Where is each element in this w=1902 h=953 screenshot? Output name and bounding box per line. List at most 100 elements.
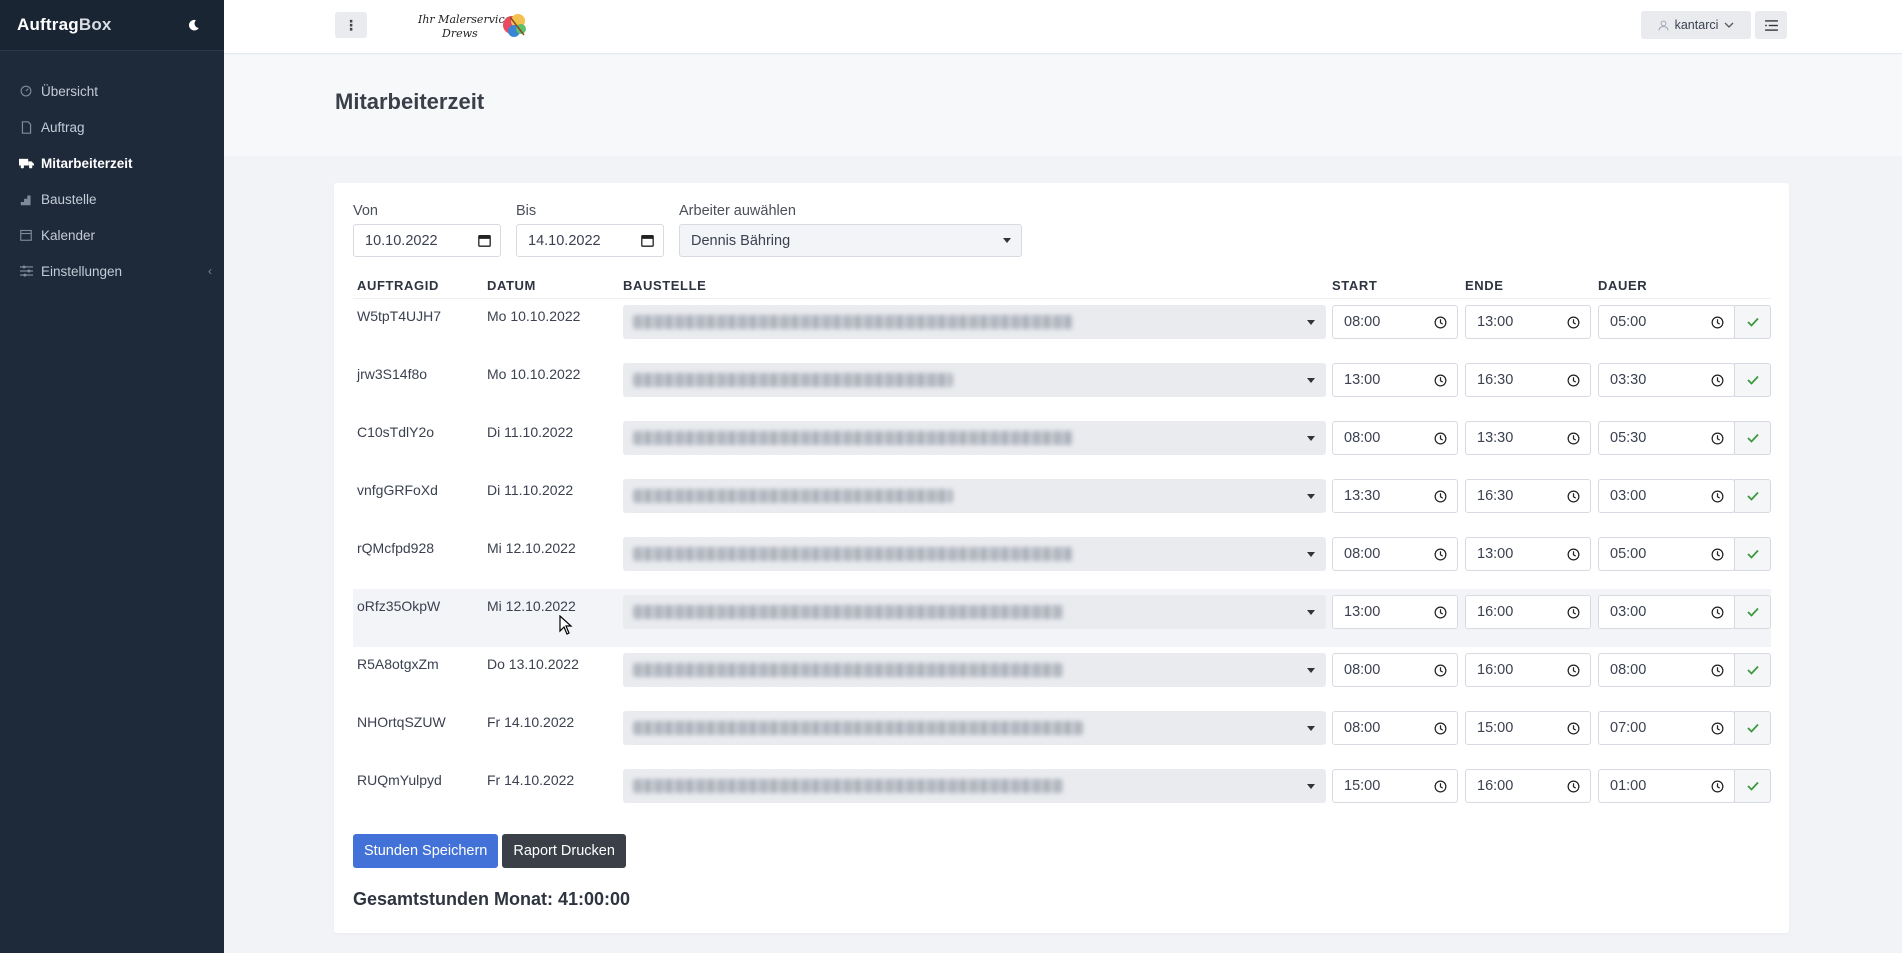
start-time-input[interactable]: 08:00 <box>1332 653 1458 687</box>
duration-input[interactable]: 05:00 <box>1598 537 1735 571</box>
from-date-input[interactable]: 10.10.2022 <box>353 224 501 257</box>
redacted-site-name <box>633 489 953 503</box>
redacted-site-name <box>633 547 1073 561</box>
svg-text:Drews: Drews <box>441 27 478 40</box>
worker-select[interactable]: Dennis Bähring <box>679 224 1022 257</box>
construction-site-select[interactable] <box>623 537 1326 571</box>
confirm-row-button[interactable] <box>1734 421 1771 455</box>
redacted-site-name <box>633 431 1073 445</box>
duration-input[interactable]: 03:00 <box>1598 595 1735 629</box>
duration-input[interactable]: 01:00 <box>1598 769 1735 803</box>
mouse-cursor-icon <box>559 615 573 635</box>
confirm-row-button[interactable] <box>1734 769 1771 803</box>
sidebar-item-uebersicht[interactable]: Übersicht <box>0 73 224 109</box>
user-menu-button[interactable]: kantarci <box>1641 11 1751 39</box>
clock-icon <box>1567 432 1580 444</box>
to-date-value: 14.10.2022 <box>528 232 601 249</box>
duration-input[interactable]: 03:00 <box>1598 479 1735 513</box>
sidebar-item-baustelle[interactable]: Baustelle <box>0 181 224 217</box>
end-time-input[interactable]: 16:30 <box>1465 363 1591 397</box>
order-date: Di 11.10.2022 <box>487 424 574 440</box>
construction-site-select[interactable] <box>623 305 1326 339</box>
duration-input[interactable]: 03:30 <box>1598 363 1735 397</box>
redacted-site-name <box>633 315 1073 329</box>
construction-site-select[interactable] <box>623 479 1326 513</box>
clock-icon <box>1567 548 1580 560</box>
save-hours-button[interactable]: Stunden Speichern <box>353 834 499 868</box>
start-time-input[interactable]: 15:00 <box>1332 769 1458 803</box>
construction-site-select[interactable] <box>623 363 1326 397</box>
start-time-input[interactable]: 08:00 <box>1332 305 1458 339</box>
clock-icon <box>1434 490 1447 502</box>
to-date-input[interactable]: 14.10.2022 <box>516 224 664 257</box>
duration-input[interactable]: 08:00 <box>1598 653 1735 687</box>
start-time-input[interactable]: 08:00 <box>1332 537 1458 571</box>
col-header-end: ENDE <box>1465 278 1504 293</box>
order-id: NHOrtqSZUW <box>357 714 446 730</box>
duration-input[interactable]: 07:00 <box>1598 711 1735 745</box>
construction-site-select[interactable] <box>623 595 1326 629</box>
sidebar-item-label: Mitarbeiterzeit <box>41 155 133 171</box>
dark-mode-toggle[interactable] <box>182 14 204 36</box>
start-time-value: 15:00 <box>1344 778 1381 794</box>
confirm-row-button[interactable] <box>1734 363 1771 397</box>
print-report-button[interactable]: Raport Drucken <box>502 834 626 868</box>
clock-icon <box>1567 374 1580 386</box>
end-time-value: 13:00 <box>1477 546 1514 562</box>
to-field: Bis 14.10.2022 <box>516 203 664 257</box>
start-time-input[interactable]: 08:00 <box>1332 421 1458 455</box>
table-row: jrw3S14f8o Mo 10.10.2022 13:00 16:30 03:30 <box>353 357 1771 415</box>
end-time-input[interactable]: 16:00 <box>1465 653 1591 687</box>
sidebar-item-einstellungen[interactable]: Einstellungen ‹ <box>0 253 224 289</box>
more-options-button[interactable]: ⋮ <box>335 12 367 38</box>
end-time-input[interactable]: 13:00 <box>1465 537 1591 571</box>
sidebar-item-auftrag[interactable]: Auftrag <box>0 109 224 145</box>
confirm-row-button[interactable] <box>1734 595 1771 629</box>
brand-logo[interactable]: AuftragBox <box>17 15 112 35</box>
duration-input[interactable]: 05:30 <box>1598 421 1735 455</box>
clock-icon <box>1711 432 1724 444</box>
construction-site-select[interactable] <box>623 653 1326 687</box>
start-time-value: 08:00 <box>1344 662 1381 678</box>
order-date: Mo 10.10.2022 <box>487 308 581 324</box>
clock-icon <box>1434 374 1447 386</box>
check-icon <box>1746 317 1759 327</box>
end-time-input[interactable]: 13:30 <box>1465 421 1591 455</box>
duration-input[interactable]: 05:00 <box>1598 305 1735 339</box>
confirm-row-button[interactable] <box>1734 711 1771 745</box>
duration-value: 07:00 <box>1610 720 1647 736</box>
sidebar-item-kalender[interactable]: Kalender <box>0 217 224 253</box>
table-row: C10sTdlY2o Di 11.10.2022 08:00 13:30 05:30 <box>353 415 1771 473</box>
start-time-value: 13:00 <box>1344 604 1381 620</box>
order-id: RUQmYulpyd <box>357 772 442 788</box>
end-time-value: 15:00 <box>1477 720 1514 736</box>
company-logo[interactable]: Ihr Malerservice Drews <box>414 7 534 43</box>
end-time-input[interactable]: 16:00 <box>1465 595 1591 629</box>
start-time-input[interactable]: 13:00 <box>1332 595 1458 629</box>
construction-site-select[interactable] <box>623 711 1326 745</box>
sidebar-item-label: Baustelle <box>41 191 97 207</box>
caret-down-icon <box>1307 610 1315 615</box>
confirm-row-button[interactable] <box>1734 305 1771 339</box>
confirm-row-button[interactable] <box>1734 479 1771 513</box>
start-time-input[interactable]: 13:00 <box>1332 363 1458 397</box>
order-id: R5A8otgxZm <box>357 656 439 672</box>
construction-site-select[interactable] <box>623 769 1326 803</box>
page-title: Mitarbeiterzeit <box>335 89 485 114</box>
end-time-input[interactable]: 15:00 <box>1465 711 1591 745</box>
truck-icon <box>18 157 34 169</box>
confirm-row-button[interactable] <box>1734 537 1771 571</box>
menu-toggle-button[interactable] <box>1755 11 1787 39</box>
start-time-value: 08:00 <box>1344 430 1381 446</box>
construction-site-select[interactable] <box>623 421 1326 455</box>
start-time-input[interactable]: 08:00 <box>1332 711 1458 745</box>
end-time-input[interactable]: 16:30 <box>1465 479 1591 513</box>
sidebar-item-mitarbeiterzeit[interactable]: Mitarbeiterzeit <box>0 145 224 181</box>
start-time-input[interactable]: 13:30 <box>1332 479 1458 513</box>
end-time-input[interactable]: 16:00 <box>1465 769 1591 803</box>
monthly-total: Gesamtstunden Monat: 41:00:00 <box>353 889 631 909</box>
end-time-input[interactable]: 13:00 <box>1465 305 1591 339</box>
confirm-row-button[interactable] <box>1734 653 1771 687</box>
order-id: jrw3S14f8o <box>357 366 428 382</box>
clock-icon <box>1434 548 1447 560</box>
